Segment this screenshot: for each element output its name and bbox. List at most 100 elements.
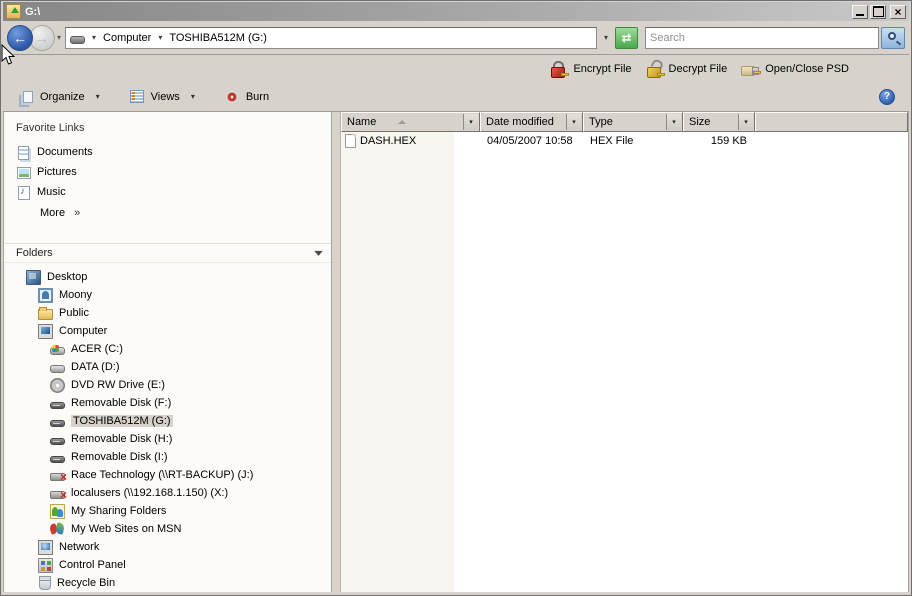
search-button[interactable]	[881, 27, 905, 49]
tree-item[interactable]: Computer	[4, 322, 331, 340]
toolbar-button[interactable]: Views ▾	[122, 87, 203, 106]
toolbar-button[interactable]: Burn ▾	[217, 87, 277, 107]
tree-item[interactable]: Desktop	[4, 268, 331, 286]
help-icon: ?	[884, 91, 890, 102]
drive-icon	[70, 36, 85, 44]
menu-bar: Encrypt File Decrypt File Open/Close PSD	[3, 55, 909, 82]
tree-item[interactable]: My Web Sites on MSN	[4, 520, 331, 538]
help-button[interactable]: ?	[879, 89, 895, 105]
folders-band[interactable]: Folders ▾	[4, 243, 331, 263]
usb-drive-icon	[741, 63, 759, 75]
breadcrumb-segment[interactable]: Computer	[85, 32, 151, 44]
window-title: G:\	[25, 6, 848, 18]
removable-drive-icon	[50, 420, 65, 427]
column-header[interactable]: Name ▾	[341, 112, 480, 132]
pane-splitter[interactable]	[332, 112, 341, 592]
favorite-links-panel: Favorite Links Documents Pictures Music	[4, 112, 331, 229]
system-drive-icon	[50, 347, 65, 355]
removable-drive-icon	[50, 456, 65, 463]
removable-drive-icon	[50, 402, 65, 409]
tree-item[interactable]: Moony	[4, 286, 331, 304]
decrypt-lock-icon	[646, 61, 663, 77]
folder-tree: Desktop Moony Public Computer ACER (C:)	[4, 263, 331, 592]
close-button[interactable]: ×	[890, 5, 906, 19]
tree-item[interactable]: Recycle Bin	[4, 574, 331, 592]
breadcrumb-segment[interactable]: TOSHIBA512M (G:)	[151, 32, 267, 44]
favorite-link[interactable]: Music	[4, 182, 331, 202]
recycle-bin-icon	[39, 577, 51, 590]
chevron-down-icon: ▾	[96, 92, 100, 101]
column-header[interactable]: Size ▾	[683, 112, 755, 132]
address-bar: ← → ▾ ComputerTOSHIBA512M (G:) ▾ ⇄	[3, 21, 909, 55]
column-headers: Name ▾ Date modified ▾ Type ▾ Si	[341, 112, 908, 132]
search-input[interactable]	[646, 32, 878, 44]
network-drive-disconnected-icon	[50, 491, 65, 499]
column-filter-dropdown[interactable]: ▾	[738, 114, 753, 130]
window-icon	[6, 4, 21, 19]
action-buttons: Encrypt File Decrypt File Open/Close PSD	[550, 61, 849, 77]
toolbar-button[interactable]: Organize ▾	[11, 87, 108, 107]
file-icon	[345, 134, 356, 148]
forward-icon: →	[35, 30, 49, 46]
column-header[interactable]: Type ▾	[583, 112, 683, 132]
command-toolbar: Organize ▾ Views ▾ Burn ▾ ?	[3, 82, 909, 112]
views-icon	[130, 90, 144, 103]
tree-item[interactable]: DATA (D:)	[4, 358, 331, 376]
refresh-button[interactable]: ⇄	[615, 27, 638, 49]
computer-icon	[38, 324, 53, 339]
back-icon: ←	[13, 30, 27, 46]
column-filter-dropdown[interactable]: ▾	[566, 114, 581, 130]
title-bar[interactable]: G:\ ×	[3, 2, 909, 21]
tree-item[interactable]: My Sharing Folders	[4, 502, 331, 520]
user-icon	[38, 288, 53, 303]
search-box[interactable]	[645, 27, 879, 49]
tree-item[interactable]: Public	[4, 304, 331, 322]
tree-item[interactable]: ACER (C:)	[4, 340, 331, 358]
back-button[interactable]: ←	[7, 25, 33, 51]
action-button[interactable]: Decrypt File	[646, 61, 728, 77]
tree-item[interactable]: Removable Disk (F:)	[4, 394, 331, 412]
file-row[interactable]: DASH.HEX 04/05/2007 10:58 HEX File 159 K…	[341, 132, 908, 149]
hard-drive-icon	[50, 365, 65, 373]
tree-item[interactable]: TOSHIBA512M (G:)	[4, 412, 331, 430]
desktop-icon	[26, 270, 41, 285]
tree-item[interactable]: Race Technology (\\RT-BACKUP) (J:)	[4, 466, 331, 484]
encrypt-lock-icon	[550, 61, 567, 77]
maximize-button[interactable]	[870, 5, 886, 19]
sharing-folders-icon	[50, 504, 65, 519]
address-history-dropdown[interactable]: ▾	[597, 33, 615, 42]
double-chevron-icon: »	[74, 207, 80, 219]
favorite-links-header: Favorite Links	[4, 122, 331, 142]
favorite-link[interactable]: Pictures	[4, 162, 331, 182]
documents-icon	[16, 145, 31, 160]
column-filter-dropdown[interactable]: ▾	[463, 114, 478, 130]
close-icon: ×	[894, 7, 901, 17]
chevron-down-icon: ▾	[191, 92, 195, 101]
tree-item[interactable]: Removable Disk (H:)	[4, 430, 331, 448]
tree-item[interactable]: Control Panel	[4, 556, 331, 574]
favorite-link[interactable]: Documents	[4, 142, 331, 162]
action-button[interactable]: Open/Close PSD	[741, 63, 849, 75]
more-links[interactable]: More »	[4, 202, 331, 223]
organize-icon	[19, 90, 33, 104]
tree-item[interactable]: Network	[4, 538, 331, 556]
column-filter-dropdown[interactable]: ▾	[666, 114, 681, 130]
pictures-icon	[16, 165, 31, 180]
tree-item[interactable]: localusers (\\192.168.1.150) (X:)	[4, 484, 331, 502]
sort-ascending-icon	[398, 120, 406, 124]
column-header[interactable]: Date modified ▾	[480, 112, 583, 132]
action-button[interactable]: Encrypt File	[550, 61, 631, 77]
address-field[interactable]: ComputerTOSHIBA512M (G:)	[65, 27, 597, 49]
tree-item[interactable]: DVD RW Drive (E:)	[4, 376, 331, 394]
dvd-drive-icon	[50, 378, 65, 393]
sorted-column-shade	[341, 132, 454, 592]
removable-drive-icon	[50, 438, 65, 445]
explorer-window: G:\ × ← → ▾ ComputerTOSHIBA512M (G:) ▾ ⇄	[0, 0, 912, 596]
chevron-down-icon: ▾	[314, 248, 323, 259]
refresh-icon: ⇄	[621, 31, 631, 45]
file-list: Name ▾ Date modified ▾ Type ▾ Si	[341, 112, 909, 592]
minimize-button[interactable]	[852, 5, 868, 19]
tree-item[interactable]: Removable Disk (I:)	[4, 448, 331, 466]
recent-pages-dropdown[interactable]: ▾	[55, 33, 65, 42]
control-panel-icon	[38, 558, 53, 573]
